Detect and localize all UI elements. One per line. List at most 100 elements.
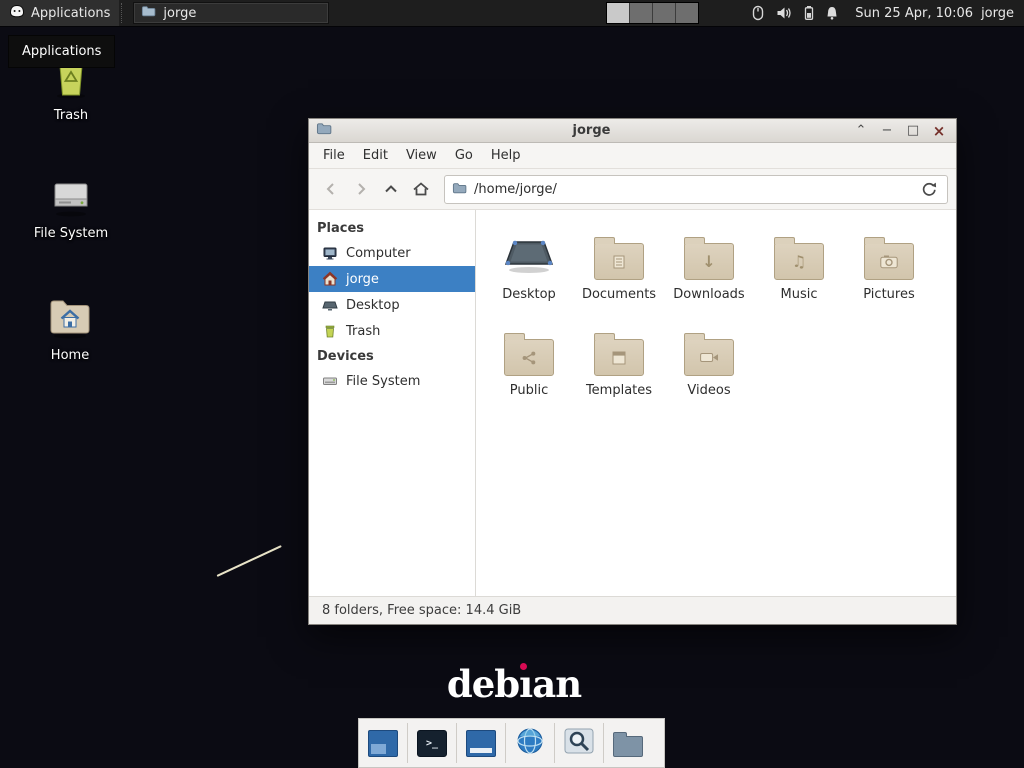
menubar: File Edit View Go Help xyxy=(309,143,956,169)
tray-notification-bell-icon[interactable] xyxy=(825,5,839,21)
video-camera-emblem-icon xyxy=(685,340,733,375)
dock-web-browser-button[interactable] xyxy=(510,721,550,765)
taskbar-window-button[interactable]: jorge xyxy=(133,2,329,24)
shade-button[interactable]: ⌃ xyxy=(851,122,871,140)
desktop-folder-icon xyxy=(502,232,556,280)
statusbar-text: 8 folders, Free space: 14.4 GiB xyxy=(322,603,521,618)
back-button[interactable] xyxy=(317,176,344,203)
trash-icon xyxy=(322,323,338,339)
camera-emblem-icon xyxy=(865,244,913,279)
taskbar-window-label: jorge xyxy=(163,6,196,21)
sidebar-item-computer[interactable]: Computer xyxy=(309,240,475,266)
location-bar[interactable]: /home/jorge/ xyxy=(444,175,948,204)
sidebar-places-header: Places xyxy=(309,216,475,240)
dock-terminal-button[interactable]: >_ xyxy=(412,721,452,765)
music-folder-icon: ♫ xyxy=(774,243,824,280)
file-item-music[interactable]: ♫ Music xyxy=(755,224,843,302)
stray-line-artifact xyxy=(217,545,282,577)
computer-icon xyxy=(322,245,338,261)
debian-logo: debıan xyxy=(446,662,582,706)
menu-help[interactable]: Help xyxy=(482,145,530,166)
reload-icon[interactable] xyxy=(918,178,940,200)
template-emblem-icon xyxy=(595,340,643,375)
workspace-2[interactable] xyxy=(630,3,653,23)
tray-battery-icon[interactable] xyxy=(804,5,814,21)
workspace-3[interactable] xyxy=(653,3,676,23)
workspace-1[interactable] xyxy=(607,3,630,23)
forward-button[interactable] xyxy=(347,176,374,203)
minimize-button[interactable]: − xyxy=(877,122,897,140)
public-folder-icon xyxy=(504,339,554,376)
panel-clock[interactable]: Sun 25 Apr, 10:06 xyxy=(855,6,973,21)
dock-file-manager-button[interactable] xyxy=(608,721,648,765)
sidebar-item-desktop[interactable]: Desktop xyxy=(309,292,475,318)
dock-separator xyxy=(407,723,408,763)
drive-icon xyxy=(322,373,338,389)
sidebar-devices-header: Devices xyxy=(309,344,475,368)
sidebar-item-label: Trash xyxy=(346,324,380,339)
file-item-label: Videos xyxy=(687,383,730,398)
sidebar-item-trash[interactable]: Trash xyxy=(309,318,475,344)
menu-go[interactable]: Go xyxy=(446,145,482,166)
debian-logo-i: ı xyxy=(519,662,532,706)
window-titlebar[interactable]: jorge ⌃ − □ × xyxy=(309,119,956,143)
statusbar: 8 folders, Free space: 14.4 GiB xyxy=(309,596,956,624)
desktop-icon-label: File System xyxy=(34,226,108,241)
file-item-label: Templates xyxy=(586,383,652,398)
app-finder-magnifier-icon xyxy=(564,728,594,758)
menu-edit[interactable]: Edit xyxy=(354,145,397,166)
videos-folder-icon xyxy=(684,339,734,376)
window-menu-icon[interactable] xyxy=(316,121,332,140)
file-item-label: Pictures xyxy=(863,287,914,302)
location-path[interactable]: /home/jorge/ xyxy=(474,182,911,197)
workspace-4[interactable] xyxy=(676,3,698,23)
terminal-prompt-glyph: >_ xyxy=(426,738,438,749)
folder-view: Desktop Documents ↓ Downloads xyxy=(476,210,956,596)
menu-file[interactable]: File xyxy=(314,145,354,166)
desktop-icon-home[interactable]: Home xyxy=(4,292,136,363)
sidebar-item-file-system[interactable]: File System xyxy=(309,368,475,394)
drive-icon xyxy=(47,172,95,218)
panel-user-label[interactable]: jorge xyxy=(981,6,1014,21)
file-item-public[interactable]: Public xyxy=(485,320,573,398)
file-item-label: Music xyxy=(781,287,818,302)
file-item-downloads[interactable]: ↓ Downloads xyxy=(665,224,753,302)
dock: >_ xyxy=(358,718,665,768)
window-title: jorge xyxy=(338,123,845,138)
file-item-label: Downloads xyxy=(673,287,744,302)
pictures-folder-icon xyxy=(864,243,914,280)
file-item-label: Public xyxy=(510,383,548,398)
document-emblem-icon xyxy=(595,244,643,279)
home-button[interactable] xyxy=(407,176,434,203)
file-item-pictures[interactable]: Pictures xyxy=(845,224,933,302)
user-home-icon xyxy=(322,271,338,287)
sidebar: Places Computer jorge xyxy=(309,210,476,596)
file-item-label: Documents xyxy=(582,287,656,302)
file-item-desktop[interactable]: Desktop xyxy=(485,224,573,302)
dock-show-desktop-button[interactable] xyxy=(363,721,403,765)
dock-workspace-button[interactable] xyxy=(461,721,501,765)
sidebar-item-jorge[interactable]: jorge xyxy=(309,266,475,292)
share-emblem-icon xyxy=(505,340,553,375)
desktop-screen: Applications jorge xyxy=(0,0,1024,768)
tray-mouse-icon[interactable] xyxy=(751,5,765,21)
file-manager-window: jorge ⌃ − □ × File Edit View Go Help xyxy=(308,118,957,625)
maximize-button[interactable]: □ xyxy=(903,122,923,140)
sidebar-item-label: Computer xyxy=(346,246,411,261)
dock-separator xyxy=(456,723,457,763)
desktop-icon-label: Trash xyxy=(54,108,88,123)
sidebar-item-label: jorge xyxy=(346,272,379,287)
close-button[interactable]: × xyxy=(929,122,949,140)
applications-menu-label: Applications xyxy=(31,6,110,21)
tray-volume-icon[interactable] xyxy=(776,5,793,21)
applications-menu-button[interactable]: Applications xyxy=(0,0,119,26)
desktop-icon-file-system[interactable]: File System xyxy=(5,172,137,241)
desktop-icon-label: Home xyxy=(51,348,89,363)
file-item-videos[interactable]: Videos xyxy=(665,320,753,398)
file-item-templates[interactable]: Templates xyxy=(575,320,663,398)
workspace-pager xyxy=(606,2,699,24)
dock-app-finder-button[interactable] xyxy=(559,721,599,765)
up-button[interactable] xyxy=(377,176,404,203)
file-item-documents[interactable]: Documents xyxy=(575,224,663,302)
menu-view[interactable]: View xyxy=(397,145,446,166)
